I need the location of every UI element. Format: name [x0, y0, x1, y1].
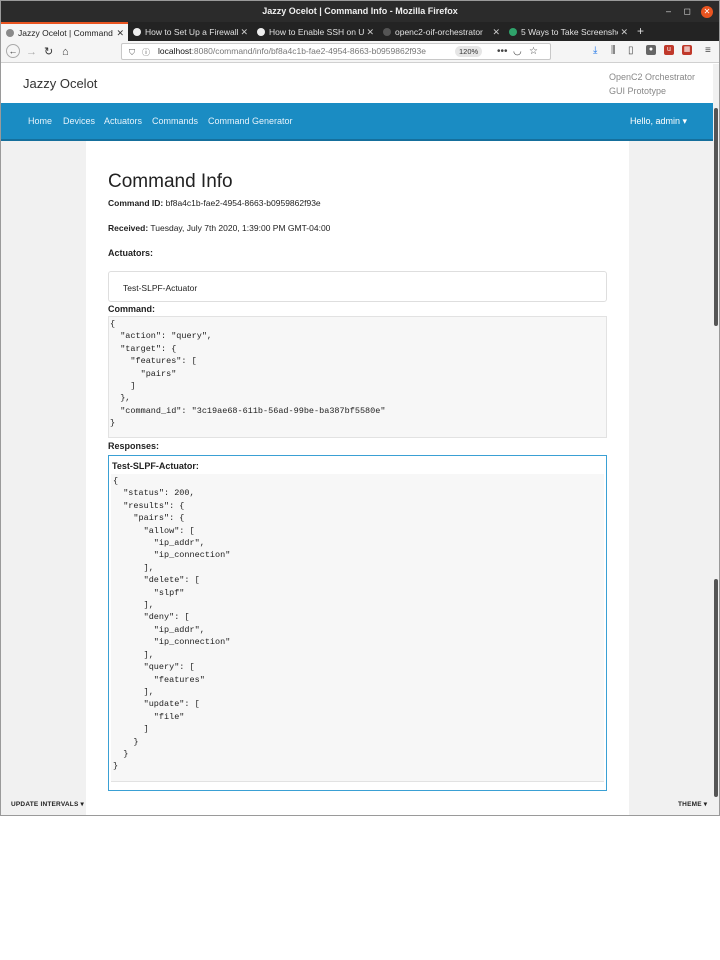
library-icon[interactable]: ⫼ — [611, 45, 616, 57]
response-json-block: { "status": 200, "results": { "pairs": {… — [111, 474, 604, 782]
page-info-icon[interactable]: ⓘ — [142, 45, 150, 60]
new-tab-icon[interactable]: + — [637, 22, 644, 40]
command-id-value: bf8a4c1b-fae2-4954-8663-b0959862f93e — [165, 198, 321, 208]
scrollbar-thumb-top[interactable] — [714, 108, 718, 326]
tab-favicon-icon — [257, 28, 265, 36]
actuator-list: Test-SLPF-Actuator — [108, 271, 607, 302]
page-viewport: Jazzy Ocelot OpenC2 Orchestrator GUI Pro… — [1, 64, 719, 815]
address-bar[interactable]: ⛉ ⓘ localhost:8080/command/info/bf8a4c1b… — [121, 43, 551, 60]
tab-firewall[interactable]: How to Set Up a Firewall ✕ — [128, 23, 252, 41]
page-scrollbar[interactable] — [713, 104, 719, 815]
command-json-block: { "action": "query", "target": { "featur… — [108, 316, 607, 438]
tab-screenshots[interactable]: 5 Ways to Take Screenshots ✕ — [504, 23, 632, 41]
close-window-icon[interactable]: ✕ — [701, 6, 713, 18]
site-subtitle: OpenC2 Orchestrator GUI Prototype — [609, 70, 709, 98]
tab-label: How to Enable SSH on Ubuntu — [269, 27, 364, 37]
command-json: { "action": "query", "target": { "featur… — [110, 319, 386, 429]
bookmark-star-icon[interactable]: ☆ — [529, 44, 538, 59]
response-actuator-name: Test-SLPF-Actuator: — [112, 461, 199, 471]
downloads-icon[interactable]: ⤓ — [593, 45, 597, 57]
tab-close-icon[interactable]: ✕ — [620, 23, 628, 41]
tab-strip: Jazzy Ocelot | Command Info ✕ How to Set… — [1, 22, 719, 41]
subtitle-line-1: OpenC2 Orchestrator — [609, 72, 696, 82]
account-icon[interactable]: ● — [646, 45, 656, 55]
tab-close-icon[interactable]: ✕ — [240, 23, 248, 41]
command-info-card: Command Info Command ID: bf8a4c1b-fae2-4… — [86, 141, 629, 815]
url-text[interactable]: localhost:8080/command/info/bf8a4c1b-fae… — [158, 44, 426, 59]
scrollbar-thumb-bottom[interactable] — [714, 579, 718, 797]
site-header: Jazzy Ocelot OpenC2 Orchestrator GUI Pro… — [1, 64, 713, 103]
navigation-toolbar: ← → ↻ ⌂ ⛉ ⓘ localhost:8080/command/info/… — [1, 41, 719, 63]
subtitle-line-2: GUI Prototype — [609, 86, 667, 96]
tab-close-icon[interactable]: ✕ — [116, 24, 124, 41]
tab-ssh[interactable]: How to Enable SSH on Ubuntu ✕ — [252, 23, 378, 41]
update-intervals-dropdown[interactable]: UPDATE INTERVALS ▾ — [11, 800, 84, 808]
main-nav: Home Devices Actuators Commands Command … — [1, 103, 713, 141]
response-json: { "status": 200, "results": { "pairs": {… — [113, 476, 231, 772]
tab-close-icon[interactable]: ✕ — [492, 23, 500, 41]
forward-icon[interactable]: → — [26, 44, 37, 60]
tab-label: Jazzy Ocelot | Command Info — [18, 28, 114, 38]
tab-favicon-icon — [133, 28, 141, 36]
ublock-icon[interactable]: u — [664, 45, 674, 55]
home-icon[interactable]: ⌂ — [62, 44, 69, 60]
reload-icon[interactable]: ↻ — [44, 44, 53, 60]
window-titlebar: Jazzy Ocelot | Command Info - Mozilla Fi… — [1, 1, 719, 22]
url-path: :8080/command/info/bf8a4c1b-fae2-4954-86… — [191, 46, 426, 56]
minimize-icon[interactable]: – — [666, 1, 671, 22]
actuator-list-item[interactable]: Test-SLPF-Actuator — [123, 283, 197, 293]
tab-label: 5 Ways to Take Screenshots — [521, 27, 618, 37]
command-id-row: Command ID: bf8a4c1b-fae2-4954-8663-b095… — [108, 198, 321, 208]
actuators-label: Actuators: — [108, 248, 154, 258]
tab-favicon-icon — [509, 28, 517, 36]
back-icon[interactable]: ← — [6, 44, 20, 58]
tab-close-icon[interactable]: ✕ — [366, 23, 374, 41]
nav-commands[interactable]: Commands — [152, 116, 198, 126]
nav-home[interactable]: Home — [28, 116, 52, 126]
page-actions-icon[interactable]: ••• — [497, 44, 508, 59]
browser-window: Jazzy Ocelot | Command Info - Mozilla Fi… — [0, 0, 720, 816]
extension-icon[interactable]: ▦ — [682, 45, 692, 55]
window-title: Jazzy Ocelot | Command Info - Mozilla Fi… — [262, 6, 458, 16]
user-menu[interactable]: Hello, admin ▾ — [630, 116, 687, 127]
url-host: localhost — [158, 46, 192, 56]
nav-devices[interactable]: Devices — [63, 116, 95, 126]
command-id-label: Command ID: — [108, 198, 164, 208]
nav-actuators[interactable]: Actuators — [104, 116, 142, 126]
sidebar-icon[interactable]: ▯ — [628, 45, 634, 57]
response-card: Test-SLPF-Actuator: { "status": 200, "re… — [108, 455, 607, 791]
received-value: Tuesday, July 7th 2020, 1:39:00 PM GMT-0… — [150, 223, 331, 233]
pocket-icon[interactable]: ◡ — [513, 44, 522, 59]
tracking-shield-icon[interactable]: ⛉ — [129, 45, 135, 60]
responses-label: Responses: — [108, 441, 160, 451]
tab-favicon-icon — [383, 28, 391, 36]
received-row: Received: Tuesday, July 7th 2020, 1:39:0… — [108, 223, 330, 233]
tab-command-info[interactable]: Jazzy Ocelot | Command Info ✕ — [1, 22, 128, 41]
theme-dropdown[interactable]: THEME ▾ — [678, 800, 707, 808]
maximize-icon[interactable]: ◻ — [684, 1, 691, 22]
received-label: Received: — [108, 223, 149, 233]
command-label: Command: — [108, 304, 155, 314]
menu-icon[interactable]: ≡ — [705, 45, 711, 57]
site-brand[interactable]: Jazzy Ocelot — [23, 76, 97, 91]
tab-label: openc2-oif-orchestrator — [395, 27, 483, 37]
zoom-level[interactable]: 120% — [455, 46, 483, 57]
tab-orchestrator[interactable]: openc2-oif-orchestrator ✕ — [378, 23, 504, 41]
tab-label: How to Set Up a Firewall — [145, 27, 238, 37]
tab-favicon-icon — [6, 29, 14, 37]
nav-command-generator[interactable]: Command Generator — [208, 116, 293, 126]
page-title: Command Info — [108, 171, 233, 192]
